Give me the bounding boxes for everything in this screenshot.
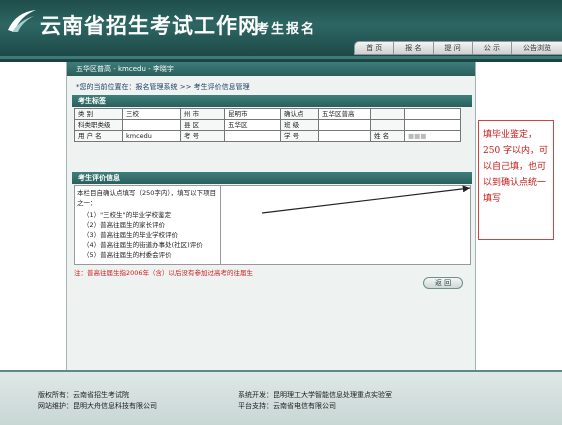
- footer-label: 网站维护：: [38, 402, 73, 410]
- footer-copyright: 版权所有：云南省招生考试院: [38, 390, 129, 400]
- site-footer: 版权所有：云南省招生考试院 网站维护：昆明大舟信息科技有限公司 系统开发：昆明理…: [0, 370, 562, 425]
- table-cell: 用 户 名: [74, 130, 123, 142]
- footer-label: 版权所有：: [38, 391, 73, 399]
- breadcrumb: 五华区普高 - kmcedu - 李晓宇: [67, 62, 475, 76]
- footer-developer: 系统开发：昆明理工大学智能信息处理重点实验室: [238, 390, 392, 400]
- annotation-callout: 填毕业鉴定，250 字以内，可以自己填，也可以到确认点统一填写: [478, 120, 554, 240]
- student-info-table: 类 别 三校 州 市 昆明市 确认点 五华区普高 科类职类级 县 区 五华区 班…: [74, 108, 461, 142]
- table-cell: [370, 119, 405, 131]
- footer-label: 系统开发：: [238, 391, 273, 399]
- table-row: 类 别 三校 州 市 昆明市 确认点 五华区普高: [74, 108, 461, 120]
- table-cell: [318, 119, 371, 131]
- list-item: （5）普高往届生的村委会评价: [83, 251, 172, 259]
- panel-evaluation-title: 考生评价信息: [72, 172, 472, 184]
- table-cell: [404, 108, 461, 120]
- table-cell: kmcedu: [122, 130, 181, 142]
- evaluation-instructions: 本栏目自确认点填写（250字内），填写以下项目之一： （1）"三校生"的毕业学校…: [75, 186, 221, 264]
- panel-student-tags-title: 考生标签: [72, 95, 472, 107]
- evaluation-textarea[interactable]: [222, 186, 470, 264]
- annotation-text: 填毕业鉴定，250 字以内，可以自己填，也可以到确认点统一填写: [483, 130, 549, 204]
- table-cell: ■■■: [404, 130, 461, 142]
- nav-notice[interactable]: 公 示: [471, 41, 511, 55]
- site-subtitle: 考生报名: [256, 22, 317, 37]
- nav-announcements[interactable]: 公告浏览: [511, 41, 562, 55]
- table-cell: 五华区普高: [318, 108, 371, 120]
- table-cell: 科类职类级: [74, 119, 123, 131]
- table-cell: 学 号: [280, 130, 319, 142]
- site-header: 云南省招生考试工作网 考生报名 首 页 报 名 提 问 公 示 公告浏览: [0, 0, 562, 62]
- footer-value: 昆明理工大学智能信息处理重点实验室: [273, 391, 392, 399]
- site-title: 云南省招生考试工作网: [40, 14, 260, 38]
- table-cell: 姓 名: [370, 130, 405, 142]
- table-cell: 州 市: [180, 108, 225, 120]
- header-divider: [0, 56, 562, 59]
- footer-value: 云南省招生考试院: [73, 391, 129, 399]
- table-cell: [318, 130, 371, 142]
- table-cell: 三校: [122, 108, 181, 120]
- table-cell: 确认点: [280, 108, 319, 120]
- list-item: （1）"三校生"的毕业学校鉴定: [83, 211, 172, 219]
- evaluation-options-list: （1）"三校生"的毕业学校鉴定 （2）普高往届生的家长评价 （3）普高往届生的毕…: [77, 210, 218, 260]
- table-cell: [224, 130, 281, 142]
- table-cell: 考 号: [180, 130, 225, 142]
- nav-register[interactable]: 报 名: [393, 41, 433, 55]
- table-cell: [404, 119, 461, 131]
- table-row: 科类职类级 县 区 五华区 班 级: [74, 119, 461, 131]
- footer-label: 平台支持：: [238, 402, 273, 410]
- list-item: （2）普高往届生的家长评价: [83, 221, 166, 229]
- nav-ask[interactable]: 提 问: [432, 41, 472, 55]
- footer-value: 昆明大舟信息科技有限公司: [73, 402, 157, 410]
- footer-support: 平台支持：云南省电信有限公司: [238, 401, 336, 411]
- evaluation-area: 本栏目自确认点填写（250字内），填写以下项目之一： （1）"三校生"的毕业学校…: [74, 185, 471, 265]
- table-row: 用 户 名 kmcedu 考 号 学 号 姓 名 ■■■: [74, 130, 461, 142]
- footer-value: 云南省电信有限公司: [273, 402, 336, 410]
- table-cell: [122, 119, 181, 131]
- list-item: （3）普高往届生的毕业学校评价: [83, 231, 179, 239]
- note-text: 注：普高往届生指2006年（含）以后没有参加过高考的往届生: [74, 269, 254, 277]
- table-cell: 县 区: [180, 119, 225, 131]
- location-text: 您的当前位置在：报名管理系统 >> 考生评价信息管理: [79, 83, 250, 91]
- table-cell: 五华区: [224, 119, 281, 131]
- back-button[interactable]: 返 回: [423, 277, 463, 289]
- table-cell: 班 级: [280, 119, 319, 131]
- table-cell: 昆明市: [224, 108, 281, 120]
- table-cell: [370, 108, 405, 120]
- footer-maintainer: 网站维护：昆明大舟信息科技有限公司: [38, 401, 157, 411]
- logo-icon: [8, 10, 36, 32]
- top-nav: 首 页 报 名 提 问 公 示 公告浏览: [354, 41, 562, 55]
- table-cell: 类 别: [74, 108, 123, 120]
- content-frame: 五华区普高 - kmcedu - 李晓宇 *您的当前位置在：报名管理系统 >> …: [66, 62, 476, 370]
- nav-home[interactable]: 首 页: [354, 41, 394, 55]
- evaluation-intro: 本栏目自确认点填写（250字内），填写以下项目之一：: [77, 189, 217, 207]
- list-item: （4）普高往届生的街道办事处(社区)评价: [83, 241, 203, 249]
- current-location: *您的当前位置在：报名管理系统 >> 考生评价信息管理: [76, 82, 250, 92]
